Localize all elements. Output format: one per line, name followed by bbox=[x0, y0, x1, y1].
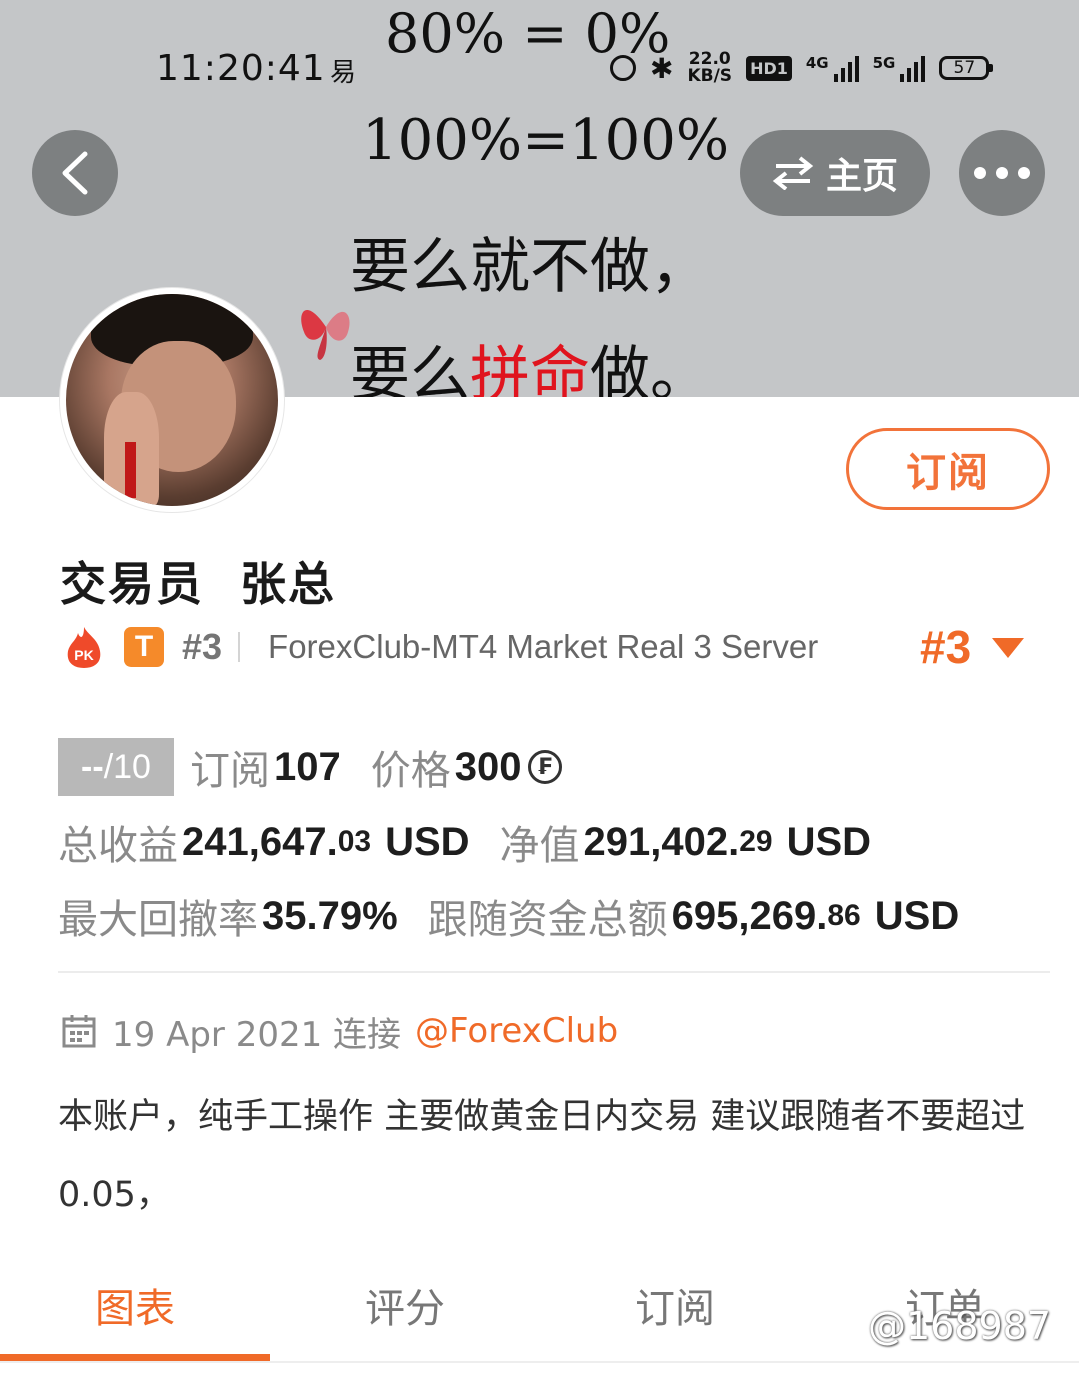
score-max: /10 bbox=[103, 747, 151, 786]
total-profit-main: 241,647. bbox=[182, 819, 338, 864]
follow-funds-decimal: 86 bbox=[827, 899, 861, 932]
signal-4g-label: 4G bbox=[805, 54, 829, 72]
broker-link[interactable]: @ForexClub bbox=[415, 1011, 618, 1051]
follow-funds-label: 跟随资金总额 bbox=[427, 897, 668, 943]
alarm-icon bbox=[610, 55, 636, 81]
max-drawdown-value: 35.79% bbox=[262, 893, 398, 938]
signal-4g-icon: 4G bbox=[806, 54, 859, 82]
watermark: @168987 bbox=[868, 1304, 1052, 1348]
price-value: 300 bbox=[454, 744, 522, 789]
banner-quote-line-3: 要么就不做， bbox=[350, 232, 710, 302]
back-button[interactable] bbox=[32, 130, 118, 216]
status-icons: ✱ 22.0 KB/S HD1 4G 5G 57 bbox=[610, 48, 994, 88]
server-name: ForexClub-MT4 Market Real 3 Server bbox=[268, 628, 819, 665]
status-bar: 11:20:41 易 ✱ 22.0 KB/S HD1 4G 5G 57 bbox=[0, 0, 1079, 100]
banner-quote-line-4: 要么拼命做。 bbox=[350, 326, 710, 397]
hd-voice-icon: HD1 bbox=[746, 55, 792, 81]
currency-coin-icon: ₣ bbox=[527, 750, 562, 784]
subscribe-count-label: 订阅 bbox=[190, 748, 270, 794]
status-time: 11:20:41 bbox=[156, 48, 326, 89]
stats-row-score: --/10 订阅 107 价格 300 ₣ bbox=[58, 738, 562, 796]
pk-label: PK bbox=[74, 647, 93, 663]
subscribe-count-value: 107 bbox=[274, 744, 341, 789]
banner-quote-line-2: 100%=100% bbox=[362, 108, 730, 173]
butterfly-decoration bbox=[301, 310, 350, 360]
trader-meta-row: PK T #3 ForexClub-MT4 Market Real 3 Serv… bbox=[64, 622, 818, 672]
home-switch-button[interactable]: 主页 bbox=[740, 130, 930, 216]
caret-down-icon[interactable] bbox=[992, 638, 1024, 658]
tab-rating[interactable]: 评分 bbox=[270, 1276, 540, 1334]
stats-row-profit: 总收益 241,647. 03 USD 净值 291,402. 29 USD bbox=[58, 814, 871, 870]
price-label: 价格 bbox=[370, 748, 451, 794]
calendar-icon bbox=[62, 1015, 96, 1048]
trader-name: 交易员 张总 bbox=[60, 557, 337, 611]
total-profit-decimal: 03 bbox=[337, 825, 372, 858]
network-speed: 22.0 KB/S bbox=[687, 51, 732, 85]
follow-funds-main: 695,269. bbox=[671, 893, 828, 938]
flame-pk-icon: PK bbox=[64, 625, 104, 669]
score-value: -- bbox=[81, 747, 104, 786]
max-drawdown-label: 最大回撤率 bbox=[58, 897, 258, 943]
chevron-left-icon bbox=[62, 151, 88, 195]
total-profit-unit: USD bbox=[385, 819, 470, 864]
follow-funds-unit: USD bbox=[874, 893, 960, 938]
account-description: 本账户，纯手工操作 主要做黄金日内交易 建议跟随者不要超过 0.05， bbox=[58, 1097, 1026, 1215]
tab-chart[interactable]: 图表 bbox=[0, 1276, 270, 1334]
swap-arrows-icon bbox=[772, 156, 814, 190]
avatar-photo bbox=[66, 294, 278, 506]
separator bbox=[238, 632, 241, 662]
banner-quote-part-a: 要么 bbox=[350, 340, 470, 397]
avatar[interactable] bbox=[60, 288, 284, 512]
banner-quote-part-b: 拼命 bbox=[470, 340, 590, 397]
status-app-indicator: 易 bbox=[330, 58, 357, 88]
equity-unit: USD bbox=[786, 819, 872, 864]
connection-date: 19 Apr 2021 连接 bbox=[112, 1014, 402, 1055]
more-dots-icon bbox=[969, 167, 1035, 179]
more-button[interactable] bbox=[959, 130, 1045, 216]
subscribe-button[interactable]: 订阅 bbox=[846, 428, 1050, 510]
signal-5g-icon: 5G bbox=[873, 54, 926, 82]
connection-row: 19 Apr 2021 连接 @ForexClub bbox=[62, 1006, 618, 1056]
banner-quote-part-c: 做。 bbox=[590, 340, 710, 397]
tier-badge: T bbox=[124, 627, 164, 667]
equity-decimal: 29 bbox=[739, 825, 773, 858]
home-label: 主页 bbox=[825, 156, 898, 197]
stats-row-drawdown: 最大回撤率 35.79% 跟随资金总额 695,269. 86 USD bbox=[58, 888, 959, 944]
score-box: --/10 bbox=[58, 738, 174, 796]
network-speed-unit: KB/S bbox=[687, 66, 733, 86]
active-tab-indicator bbox=[0, 1354, 270, 1361]
battery-icon: 57 bbox=[939, 56, 994, 80]
rank-selector-value[interactable]: #3 bbox=[920, 620, 971, 674]
equity-label: 净值 bbox=[499, 823, 580, 869]
signal-5g-label: 5G bbox=[872, 54, 896, 72]
equity-main: 291,402. bbox=[583, 819, 740, 864]
bluetooth-icon: ✱ bbox=[650, 51, 674, 85]
rank-small: #3 bbox=[182, 626, 223, 667]
tab-bar-border bbox=[0, 1361, 1079, 1363]
total-profit-label: 总收益 bbox=[58, 823, 178, 869]
tab-subscriptions[interactable]: 订阅 bbox=[540, 1276, 810, 1334]
divider bbox=[58, 971, 1050, 973]
